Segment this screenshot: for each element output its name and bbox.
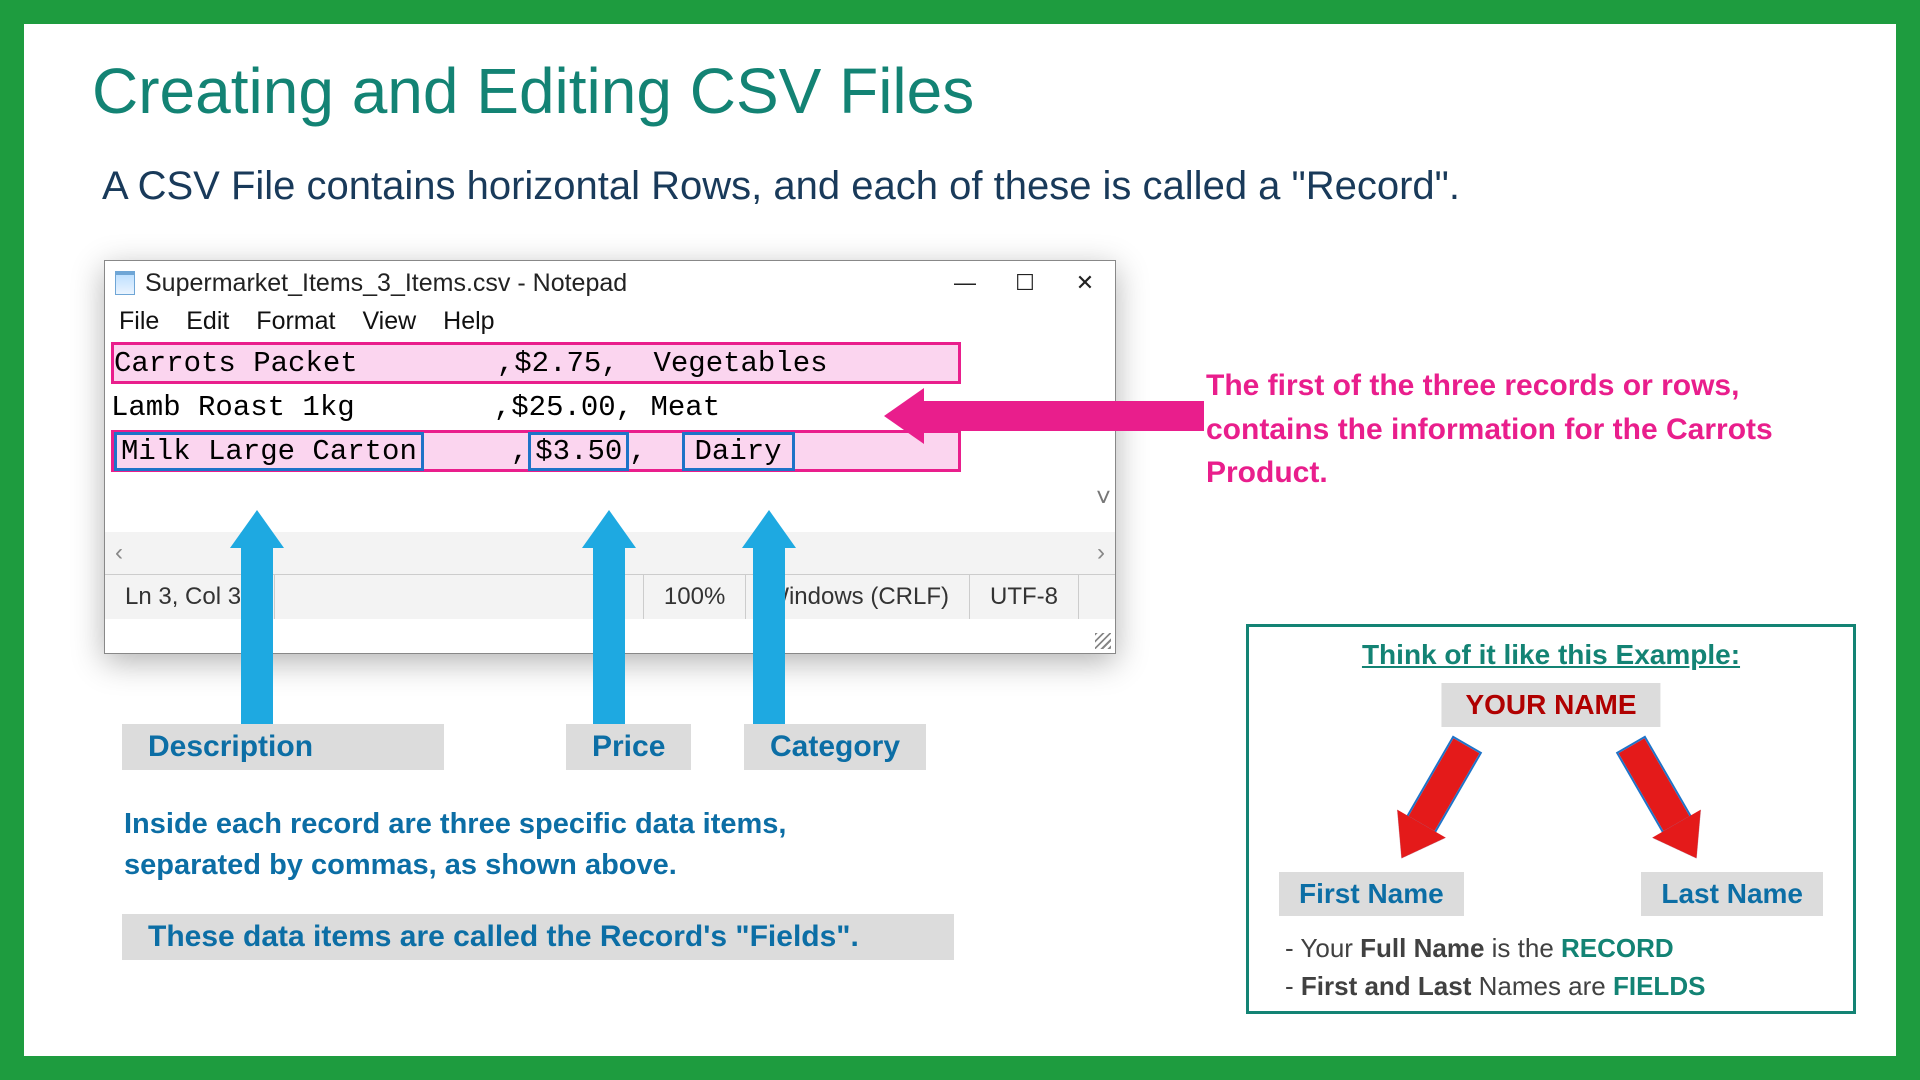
menu-help[interactable]: Help	[443, 307, 494, 335]
scroll-down-icon[interactable]: ˅	[1096, 482, 1111, 513]
label-description: Description	[122, 724, 444, 770]
close-button[interactable]: ✕	[1055, 270, 1115, 296]
scroll-right-icon[interactable]: ›	[1097, 539, 1105, 567]
note-first-record: The first of the three records or rows, …	[1206, 364, 1826, 495]
arrow-price	[582, 510, 636, 738]
text-fields-definition: These data items are called the Record's…	[122, 914, 954, 960]
csv-row-3-sep1: ,	[424, 435, 528, 468]
csv-row-3: Milk Large Carton , $3.50 , Dairy	[111, 430, 961, 472]
example-heading: Think of it like this Example:	[1249, 639, 1853, 671]
resize-grip-icon[interactable]	[1095, 633, 1111, 649]
arrow-last-name	[1619, 738, 1710, 866]
menu-view[interactable]: View	[362, 307, 416, 335]
arrow-first-record	[884, 388, 1204, 444]
csv-row-1-text: Carrots Packet ,$2.75, Vegetables	[114, 347, 828, 380]
example-last-name: Last Name	[1641, 872, 1823, 916]
status-zoom: 100%	[644, 575, 746, 619]
arrow-first-name	[1389, 738, 1480, 866]
scroll-left-icon[interactable]: ‹	[115, 539, 123, 567]
menu-file[interactable]: File	[119, 307, 159, 335]
example-first-name: First Name	[1279, 872, 1464, 916]
csv-row-2: Lamb Roast 1kg ,$25.00, Meat	[111, 386, 961, 428]
example-analogy-box: Think of it like this Example: YOUR NAME…	[1246, 624, 1856, 1014]
maximize-button[interactable]: ☐	[995, 270, 1055, 296]
csv-row-3-sep2: ,	[629, 435, 681, 468]
notepad-titlebar: Supermarket_Items_3_Items.csv - Notepad …	[105, 261, 1115, 305]
status-encoding: UTF-8	[970, 575, 1079, 619]
menu-format[interactable]: Format	[256, 307, 335, 335]
menu-edit[interactable]: Edit	[186, 307, 229, 335]
csv-row-1: Carrots Packet ,$2.75, Vegetables	[111, 342, 961, 384]
arrow-category	[742, 510, 796, 738]
field-price-box: $3.50	[528, 432, 629, 471]
example-your-name: YOUR NAME	[1441, 683, 1660, 727]
label-category: Category	[744, 724, 926, 770]
field-category-box: Dairy	[682, 432, 795, 471]
csv-row-2-text: Lamb Roast 1kg ,$25.00, Meat	[111, 391, 720, 424]
slide-subtitle: A CSV File contains horizontal Rows, and…	[102, 164, 1460, 209]
field-description-box: Milk Large Carton	[114, 432, 424, 471]
label-price: Price	[566, 724, 691, 770]
notepad-title: Supermarket_Items_3_Items.csv - Notepad	[145, 269, 935, 298]
arrow-description	[230, 510, 284, 738]
example-line-fields: - First and Last Names are FIELDS	[1285, 971, 1705, 1002]
example-line-record: - Your Full Name is the RECORD	[1285, 933, 1674, 964]
slide-title: Creating and Editing CSV Files	[92, 54, 974, 128]
minimize-button[interactable]: —	[935, 270, 995, 296]
notepad-menubar: File Edit Format View Help	[105, 305, 1115, 342]
text-inside-records: Inside each record are three specific da…	[124, 804, 904, 885]
notepad-app-icon	[115, 271, 135, 295]
